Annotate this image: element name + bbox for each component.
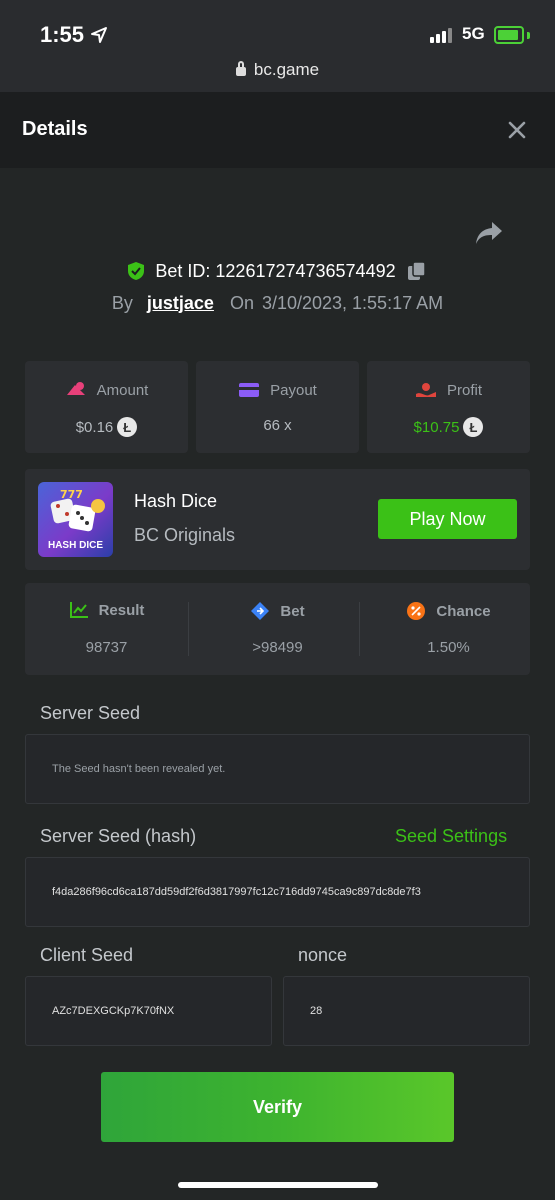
game-thumbnail[interactable]: 777 HASH DICE	[38, 482, 113, 557]
svg-text:777: 777	[60, 488, 83, 501]
details-header: Details	[0, 92, 555, 168]
client-seed-label: Client Seed	[40, 945, 134, 965]
close-icon[interactable]	[504, 117, 530, 143]
litecoin-icon: Ł	[463, 417, 484, 437]
divider	[359, 602, 360, 656]
nonce-field[interactable]: 28	[283, 976, 530, 1046]
server-seed-label: Server Seed	[40, 703, 141, 723]
verified-shield-icon	[128, 262, 145, 280]
username-link[interactable]: justjace	[147, 293, 214, 314]
profit-value: $10.75	[413, 418, 460, 436]
copy-icon[interactable]	[406, 260, 428, 282]
profit-card: Profit $10.75 Ł	[367, 361, 530, 453]
bet-diamond-icon	[251, 602, 270, 620]
game-name: Hash Dice	[134, 491, 218, 511]
url-text: bc.game	[253, 60, 320, 79]
bet-label: Bet	[280, 602, 305, 620]
signal-icon	[430, 28, 452, 43]
chance-label: Chance	[436, 602, 491, 620]
amount-icon	[66, 382, 85, 395]
thumbnail-label: HASH DICE	[47, 540, 103, 551]
server-seed-hash-field[interactable]: f4da286f96cd6ca187dd59df2f6d3817997fc12c…	[25, 857, 530, 927]
status-bar: 1:55 5G bc.game	[0, 0, 555, 92]
chance-column: Chance 1.50%	[367, 583, 530, 675]
result-label: Result	[98, 601, 145, 619]
seed-settings-link[interactable]: Seed Settings	[395, 826, 507, 847]
client-seed-field[interactable]: AZc7DEXGCKp7K70fNX	[25, 976, 272, 1046]
on-label: On	[229, 292, 254, 313]
payout-label: Payout	[270, 381, 317, 399]
battery-icon	[494, 26, 524, 44]
network-type: 5G	[462, 24, 485, 43]
result-column: Result 98737	[25, 583, 188, 675]
location-arrow-icon	[91, 27, 107, 43]
home-indicator[interactable]	[178, 1182, 378, 1188]
litecoin-icon: Ł	[117, 417, 138, 437]
result-value: 98737	[85, 639, 128, 656]
battery-tip	[527, 32, 530, 39]
status-time: 1:55	[40, 22, 85, 47]
game-provider: BC Originals	[134, 525, 236, 545]
bet-id: Bet ID: 122617274736574492	[155, 260, 396, 281]
share-icon[interactable]	[474, 220, 504, 246]
percent-icon	[407, 602, 426, 620]
bet-value: >98499	[252, 639, 303, 656]
play-now-button[interactable]: Play Now	[378, 499, 517, 539]
amount-card: Amount $0.16 Ł	[25, 361, 188, 453]
divider	[188, 602, 189, 656]
profit-icon	[415, 383, 436, 397]
profit-label: Profit	[446, 381, 482, 399]
bet-id-row: Bet ID: 122617274736574492	[0, 258, 555, 284]
nonce-label: nonce	[298, 945, 348, 965]
by-label: By	[111, 292, 133, 313]
url-bar[interactable]: bc.game	[0, 60, 555, 80]
amount-label: Amount	[96, 381, 149, 399]
server-seed-hash-label: Server Seed (hash)	[40, 826, 197, 846]
amount-value: $0.16	[75, 418, 114, 436]
payout-card-icon	[239, 383, 260, 397]
payout-value: 66 x	[263, 417, 292, 434]
payout-card: Payout 66 x	[196, 361, 359, 453]
chance-value: 1.50%	[427, 639, 470, 656]
lock-icon	[235, 61, 246, 76]
bet-column: Bet >98499	[196, 583, 359, 675]
bet-meta-row: By justjace On 3/10/2023, 1:55:17 AM	[0, 290, 555, 316]
dice-icon: 777	[50, 488, 105, 532]
verify-button[interactable]: Verify	[101, 1072, 454, 1142]
page-title: Details	[22, 118, 88, 140]
result-chart-icon	[69, 602, 88, 618]
bet-datetime: 3/10/2023, 1:55:17 AM	[261, 292, 444, 313]
server-seed-field: The Seed hasn't been revealed yet.	[25, 734, 530, 804]
